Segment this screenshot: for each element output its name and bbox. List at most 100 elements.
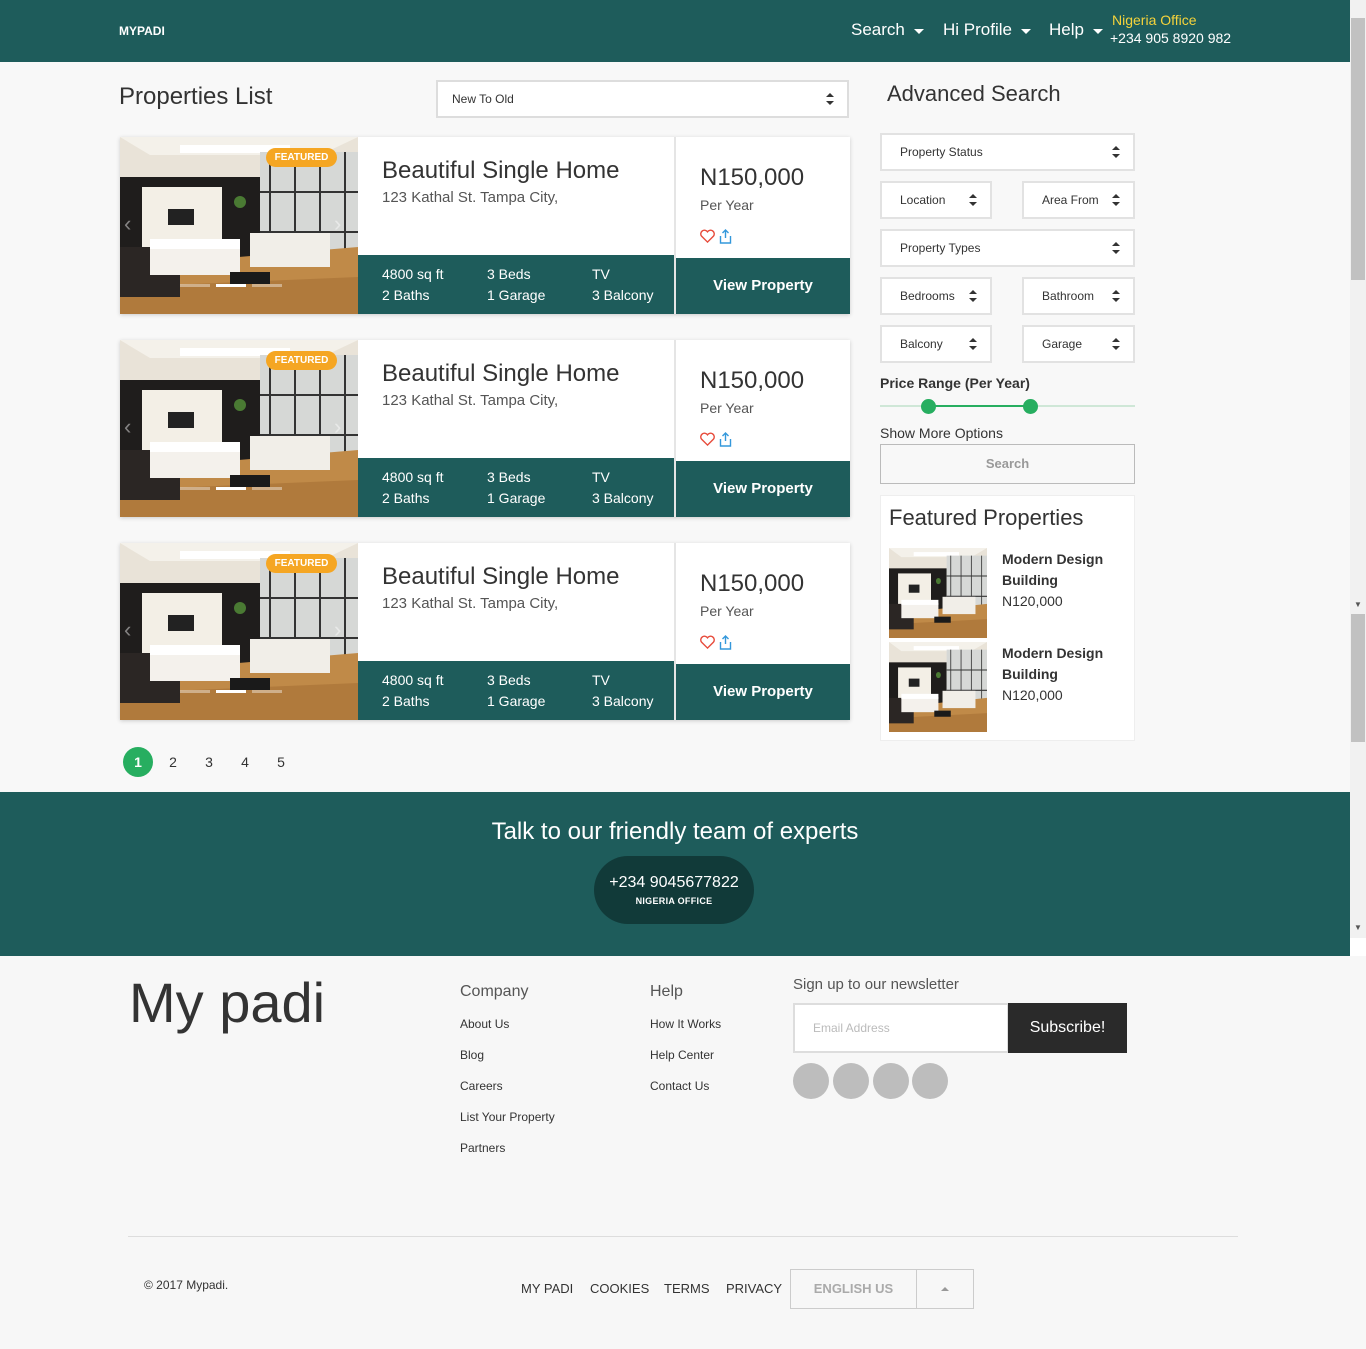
- property-title[interactable]: Beautiful Single Home: [382, 157, 619, 185]
- page-4-button[interactable]: 4: [230, 747, 260, 777]
- company-link[interactable]: Blog: [460, 1048, 484, 1062]
- property-address: 123 Kathal St. Tampa City,: [382, 189, 559, 206]
- property-status-select[interactable]: Property Status: [880, 133, 1135, 171]
- office-phone[interactable]: +234 905 8920 982: [1110, 30, 1231, 46]
- property-title[interactable]: Beautiful Single Home: [382, 360, 619, 388]
- page-2-button[interactable]: 2: [158, 747, 188, 777]
- search-button[interactable]: Search: [880, 444, 1135, 484]
- scrollbar-thumb-lower[interactable]: [1351, 614, 1365, 742]
- featured-thumbnail[interactable]: [889, 548, 987, 638]
- feature-beds: 3 Beds: [487, 266, 531, 282]
- social-icon-2[interactable]: [833, 1063, 869, 1099]
- brand-logo[interactable]: MYPADI: [119, 24, 165, 38]
- carousel-prev-icon[interactable]: ‹: [124, 416, 138, 438]
- bedrooms-select[interactable]: Bedrooms: [880, 277, 992, 315]
- property-card[interactable]: FEATURED ‹ › Beautiful Single Home 123 Katha…: [120, 340, 850, 517]
- property-address: 123 Kathal St. Tampa City,: [382, 595, 559, 612]
- social-icon-4[interactable]: [912, 1063, 948, 1099]
- price-max-handle[interactable]: [1022, 399, 1038, 414]
- help-link[interactable]: Help Center: [650, 1048, 714, 1062]
- email-input[interactable]: Email Address: [793, 1003, 1009, 1053]
- carousel-prev-icon[interactable]: ‹: [124, 213, 138, 235]
- carousel-next-icon[interactable]: ›: [334, 416, 348, 438]
- property-card[interactable]: FEATURED ‹ › Beautiful Single Home 123 Katha…: [120, 543, 850, 720]
- scroll-down-arrow-icon[interactable]: ▼: [1351, 598, 1365, 612]
- footer-link-mypadi[interactable]: MY PADI: [521, 1281, 573, 1296]
- featured-name[interactable]: Modern Design Building: [1002, 643, 1127, 685]
- scrollbar-thumb[interactable]: [1351, 18, 1365, 280]
- featured-name[interactable]: Modern Design Building: [1002, 549, 1127, 591]
- sort-select[interactable]: New To Old: [436, 80, 849, 118]
- page-1-button[interactable]: 1: [123, 747, 153, 777]
- heart-icon[interactable]: [700, 432, 715, 446]
- garage-select[interactable]: Garage: [1022, 325, 1135, 363]
- company-link[interactable]: About Us: [460, 1017, 509, 1031]
- carousel-dot[interactable]: [216, 284, 246, 287]
- office-phone-number: +234 9045677822: [609, 874, 739, 891]
- share-icon[interactable]: [719, 432, 732, 447]
- view-property-button[interactable]: View Property: [676, 461, 850, 517]
- nav-profile[interactable]: Hi Profile: [943, 20, 1031, 40]
- property-address: 123 Kathal St. Tampa City,: [382, 392, 559, 409]
- feature-area: 4800 sq ft: [382, 469, 444, 485]
- footer-link-terms[interactable]: TERMS: [664, 1281, 710, 1296]
- carousel-dot[interactable]: [216, 690, 246, 693]
- social-icon-1[interactable]: [793, 1063, 829, 1099]
- carousel-next-icon[interactable]: ›: [334, 213, 348, 235]
- carousel-dot[interactable]: [180, 690, 210, 693]
- property-price: N150,000: [700, 367, 805, 394]
- location-select[interactable]: Location: [880, 181, 992, 219]
- property-card[interactable]: FEATURED ‹ › Beautiful Single Home 123 Katha…: [120, 137, 850, 314]
- nav-help[interactable]: Help: [1049, 20, 1103, 40]
- view-property-button[interactable]: View Property: [676, 664, 850, 720]
- call-office-button[interactable]: +234 9045677822 NIGERIA OFFICE: [594, 856, 754, 924]
- property-title[interactable]: Beautiful Single Home: [382, 563, 619, 591]
- featured-price: N120,000: [1002, 687, 1063, 703]
- area-from-select[interactable]: Area From: [1022, 181, 1135, 219]
- carousel-dot[interactable]: [216, 487, 246, 490]
- caret-down-icon: [1020, 28, 1031, 34]
- show-more-options-link[interactable]: Show More Options: [880, 425, 1003, 441]
- select-arrows-icon: [1112, 338, 1120, 350]
- bathroom-select[interactable]: Bathroom: [1022, 277, 1135, 315]
- social-icon-3[interactable]: [873, 1063, 909, 1099]
- balcony-select[interactable]: Balcony: [880, 325, 992, 363]
- carousel-dot[interactable]: [252, 284, 282, 287]
- page-3-button[interactable]: 3: [194, 747, 224, 777]
- footer-link-cookies[interactable]: COOKIES: [590, 1281, 649, 1296]
- footer-link-privacy[interactable]: PRIVACY: [726, 1281, 782, 1296]
- view-property-button[interactable]: View Property: [676, 258, 850, 314]
- featured-thumbnail[interactable]: [889, 642, 987, 732]
- language-value: ENGLISH US: [791, 1270, 917, 1308]
- property-price: N150,000: [700, 164, 805, 191]
- property-image-carousel[interactable]: FEATURED ‹ ›: [120, 543, 358, 720]
- price-range-fill: [928, 405, 1031, 407]
- heart-icon[interactable]: [700, 229, 715, 243]
- language-select[interactable]: ENGLISH US: [790, 1269, 974, 1309]
- heart-icon[interactable]: [700, 635, 715, 649]
- subscribe-button[interactable]: Subscribe!: [1008, 1003, 1127, 1053]
- share-icon[interactable]: [719, 635, 732, 650]
- price-min-handle[interactable]: [920, 399, 936, 414]
- property-image-carousel[interactable]: FEATURED ‹ ›: [120, 137, 358, 314]
- carousel-next-icon[interactable]: ›: [334, 619, 348, 641]
- help-link[interactable]: Contact Us: [650, 1079, 709, 1093]
- footer-divider: [128, 1236, 1238, 1237]
- scroll-down-arrow-icon[interactable]: ▼: [1351, 921, 1365, 935]
- share-icon[interactable]: [719, 229, 732, 244]
- nav-search[interactable]: Search: [851, 20, 924, 40]
- company-link[interactable]: Careers: [460, 1079, 503, 1093]
- carousel-dot[interactable]: [180, 284, 210, 287]
- carousel-prev-icon[interactable]: ‹: [124, 619, 138, 641]
- carousel-dot[interactable]: [252, 487, 282, 490]
- page-5-button[interactable]: 5: [266, 747, 296, 777]
- property-image-carousel[interactable]: FEATURED ‹ ›: [120, 340, 358, 517]
- help-link[interactable]: How It Works: [650, 1017, 721, 1031]
- company-link[interactable]: List Your Property: [460, 1110, 555, 1124]
- property-types-select[interactable]: Property Types: [880, 229, 1135, 267]
- company-link[interactable]: Partners: [460, 1141, 505, 1155]
- price-period: Per Year: [700, 400, 754, 416]
- carousel-dot[interactable]: [252, 690, 282, 693]
- select-arrows-icon: [969, 194, 977, 206]
- carousel-dot[interactable]: [180, 487, 210, 490]
